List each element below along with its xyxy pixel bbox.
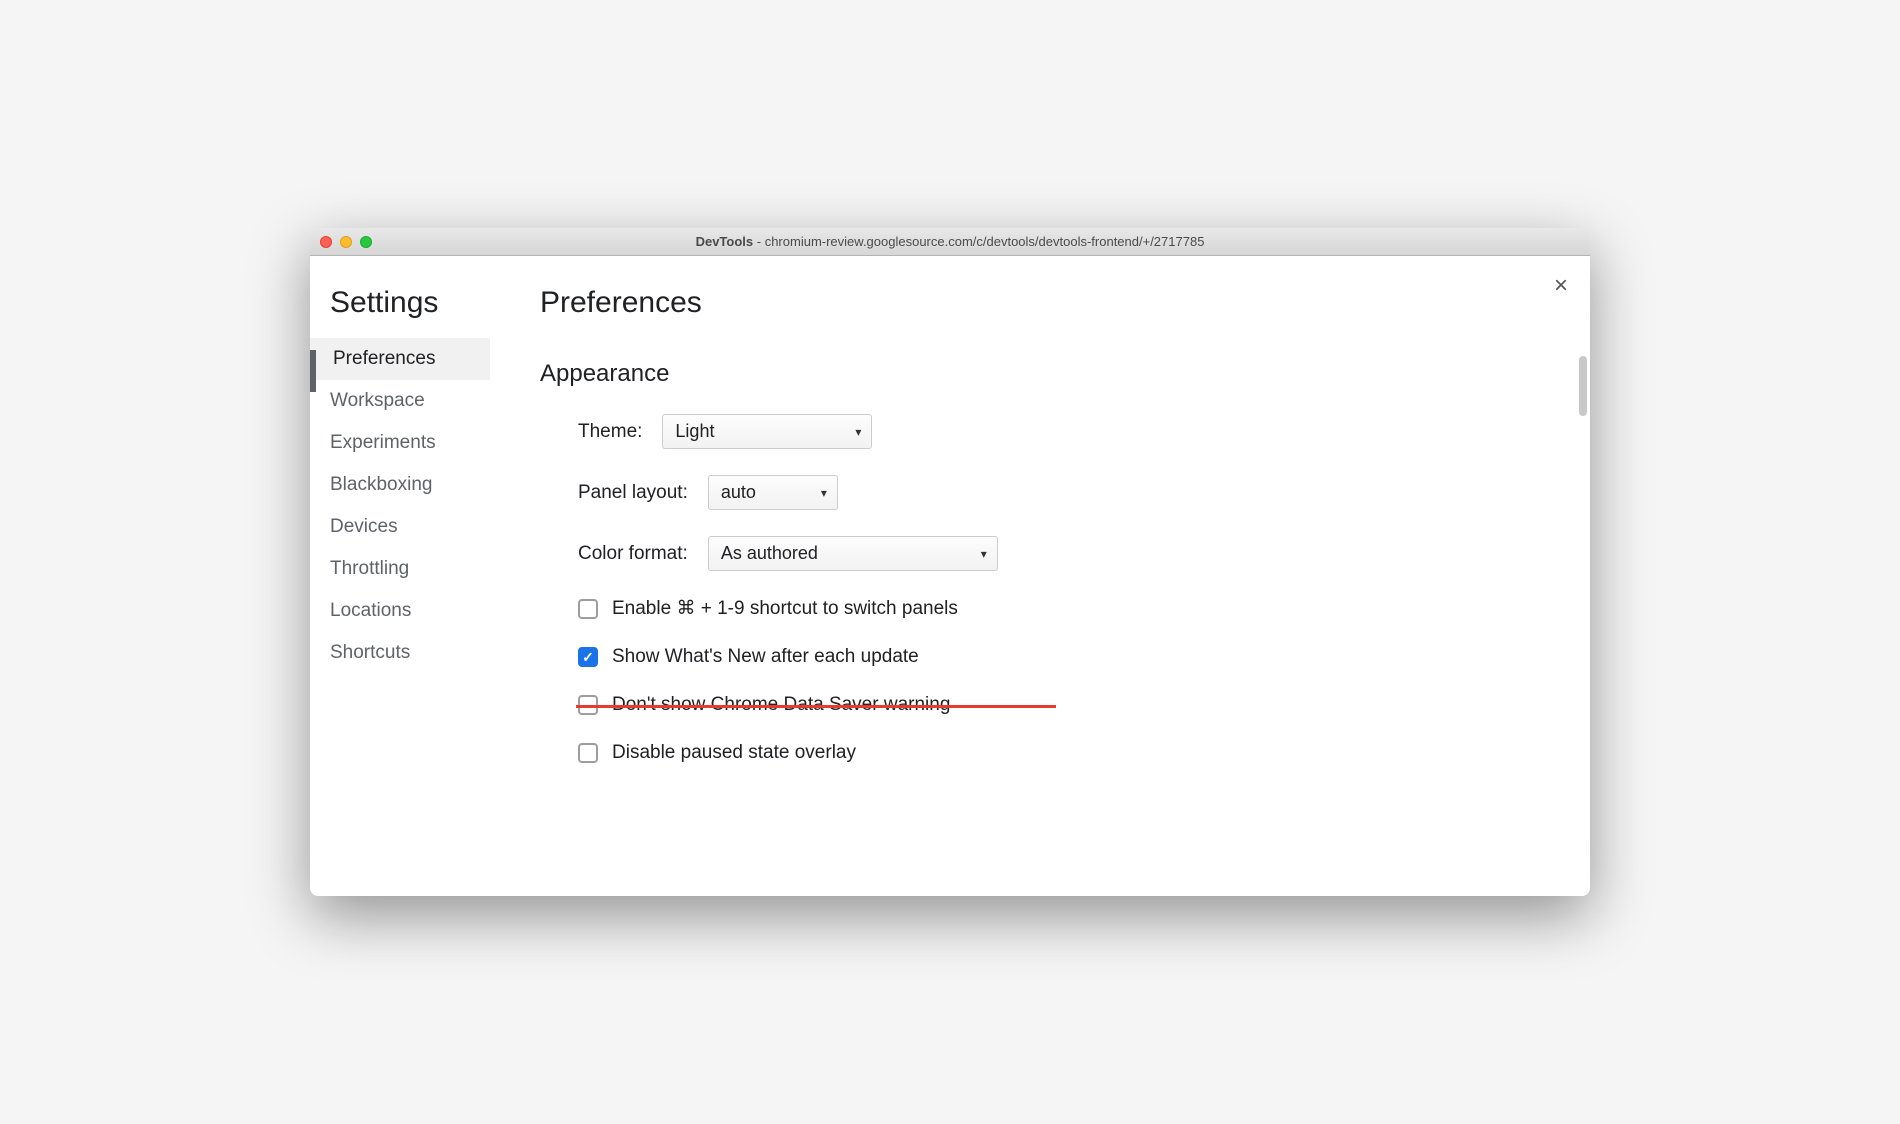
theme-group: Theme: Light [540, 414, 1560, 449]
sidebar-item-blackboxing[interactable]: Blackboxing [310, 464, 490, 506]
window-minimize-icon[interactable] [340, 236, 352, 248]
checkbox-enable-shortcut-row: Enable ⌘ + 1-9 shortcut to switch panels [540, 597, 1560, 620]
theme-select[interactable]: Light [662, 414, 872, 449]
section-title-appearance: Appearance [540, 360, 1560, 388]
sidebar-item-shortcuts[interactable]: Shortcuts [310, 632, 490, 674]
checkbox-data-saver-row: Don't show Chrome Data Saver warning [540, 694, 1560, 716]
sidebar-item-devices[interactable]: Devices [310, 506, 490, 548]
page-title: Preferences [540, 286, 1560, 320]
checkbox-paused-overlay-label: Disable paused state overlay [612, 742, 856, 764]
checkbox-paused-overlay[interactable] [578, 743, 598, 763]
app-window: DevTools - chromium-review.googlesource.… [310, 228, 1590, 896]
color-format-group: Color format: As authored [540, 536, 1560, 571]
checkbox-paused-overlay-row: Disable paused state overlay [540, 742, 1560, 764]
checkbox-enable-shortcut-label: Enable ⌘ + 1-9 shortcut to switch panels [612, 597, 958, 620]
sidebar-item-preferences[interactable]: Preferences [310, 338, 490, 380]
color-format-label: Color format: [578, 543, 688, 565]
checkbox-whats-new-row: Show What's New after each update [540, 646, 1560, 668]
checkbox-whats-new[interactable] [578, 647, 598, 667]
checkbox-whats-new-label: Show What's New after each update [612, 646, 919, 668]
window-close-icon[interactable] [320, 236, 332, 248]
sidebar-item-workspace[interactable]: Workspace [310, 380, 490, 422]
panel-layout-label: Panel layout: [578, 482, 688, 504]
checkbox-enable-shortcut[interactable] [578, 599, 598, 619]
sidebar: Settings Preferences Workspace Experimen… [310, 256, 490, 896]
sidebar-indicator [310, 350, 316, 392]
window-maximize-icon[interactable] [360, 236, 372, 248]
panel-layout-select[interactable]: auto [708, 475, 838, 510]
strikethrough-annotation [576, 705, 1056, 708]
traffic-lights [320, 236, 372, 248]
sidebar-item-throttling[interactable]: Throttling [310, 548, 490, 590]
window-title: DevTools - chromium-review.googlesource.… [320, 234, 1580, 249]
sidebar-item-locations[interactable]: Locations [310, 590, 490, 632]
sidebar-title: Settings [310, 286, 490, 338]
panel-layout-group: Panel layout: auto [540, 475, 1560, 510]
color-format-select[interactable]: As authored [708, 536, 998, 571]
theme-label: Theme: [578, 421, 642, 443]
titlebar: DevTools - chromium-review.googlesource.… [310, 228, 1590, 256]
main-panel: Preferences Appearance Theme: Light Pane… [490, 256, 1590, 896]
content-area: × Settings Preferences Workspace Experim… [310, 256, 1590, 896]
sidebar-item-experiments[interactable]: Experiments [310, 422, 490, 464]
